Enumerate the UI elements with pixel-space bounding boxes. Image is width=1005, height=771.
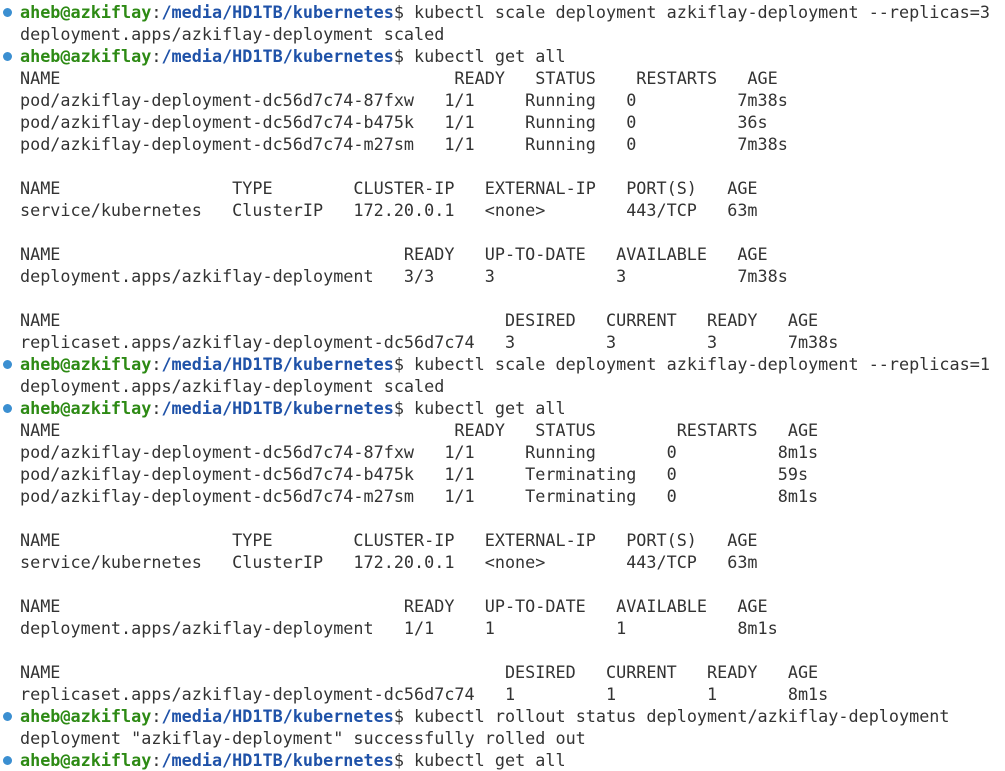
prompt-line: aheb@azkiflay:/media/HD1TB/kubernetes$ k… (0, 705, 1005, 727)
prompt-user-host: aheb@azkiflay (20, 706, 152, 726)
output-line: NAME TYPE CLUSTER-IP EXTERNAL-IP PORT(S)… (0, 529, 1005, 551)
prompt-line: aheb@azkiflay:/media/HD1TB/kubernetes$ k… (0, 45, 1005, 67)
command-text: kubectl get all (414, 398, 566, 418)
output-text: NAME TYPE CLUSTER-IP EXTERNAL-IP PORT(S)… (20, 178, 758, 198)
command-status-dot-icon[interactable] (3, 756, 12, 765)
prompt-line: aheb@azkiflay:/media/HD1TB/kubernetes$ k… (0, 397, 1005, 419)
command-status-dot-icon[interactable] (3, 404, 12, 413)
output-line: pod/azkiflay-deployment-dc56d7c74-b475k … (0, 463, 1005, 485)
output-line: NAME READY STATUS RESTARTS AGE (0, 419, 1005, 441)
prompt-separator: : (151, 354, 162, 374)
prompt-user-host: aheb@azkiflay (20, 750, 152, 770)
output-line: NAME DESIRED CURRENT READY AGE (0, 309, 1005, 331)
output-text: pod/azkiflay-deployment-dc56d7c74-m27sm … (20, 134, 788, 154)
prompt-path: /media/HD1TB/kubernetes (161, 2, 394, 22)
prompt-user-host: aheb@azkiflay (20, 398, 152, 418)
output-text: deployment.apps/azkiflay-deployment 3/3 … (20, 266, 788, 286)
command-text: kubectl rollout status deployment/azkifl… (414, 706, 950, 726)
output-text: deployment "azkiflay-deployment" success… (20, 728, 586, 748)
prompt-line: aheb@azkiflay:/media/HD1TB/kubernetes$ k… (0, 353, 1005, 375)
output-line: service/kubernetes ClusterIP 172.20.0.1 … (0, 199, 1005, 221)
command-text: kubectl get all (414, 46, 566, 66)
command-status-dot-icon[interactable] (3, 360, 12, 369)
prompt-path: /media/HD1TB/kubernetes (161, 706, 394, 726)
output-line: NAME DESIRED CURRENT READY AGE (0, 661, 1005, 683)
command-status-dot-icon[interactable] (3, 52, 12, 61)
prompt-separator: : (151, 2, 162, 22)
terminal-output[interactable]: aheb@azkiflay:/media/HD1TB/kubernetes$ k… (0, 1, 1005, 771)
output-line: NAME READY STATUS RESTARTS AGE (0, 67, 1005, 89)
output-line: replicaset.apps/azkiflay-deployment-dc56… (0, 331, 1005, 353)
output-line: NAME READY UP-TO-DATE AVAILABLE AGE (0, 595, 1005, 617)
output-text: deployment.apps/azkiflay-deployment 1/1 … (20, 618, 778, 638)
prompt-path: /media/HD1TB/kubernetes (161, 398, 394, 418)
output-text: NAME READY UP-TO-DATE AVAILABLE AGE (20, 596, 768, 616)
output-text: pod/azkiflay-deployment-dc56d7c74-b475k … (20, 112, 768, 132)
output-line: pod/azkiflay-deployment-dc56d7c74-87fxw … (0, 89, 1005, 111)
prompt-symbol: $ (393, 398, 415, 418)
prompt-symbol: $ (393, 750, 415, 770)
output-line: deployment.apps/azkiflay-deployment 1/1 … (0, 617, 1005, 639)
output-text: NAME DESIRED CURRENT READY AGE (20, 662, 819, 682)
output-text: service/kubernetes ClusterIP 172.20.0.1 … (20, 200, 758, 220)
prompt-path: /media/HD1TB/kubernetes (161, 750, 394, 770)
command-text: kubectl get all (414, 750, 566, 770)
output-line: deployment.apps/azkiflay-deployment scal… (0, 375, 1005, 397)
prompt-separator: : (151, 46, 162, 66)
output-text: service/kubernetes ClusterIP 172.20.0.1 … (20, 552, 758, 572)
output-text: pod/azkiflay-deployment-dc56d7c74-87fxw … (20, 90, 788, 110)
output-line: deployment.apps/azkiflay-deployment scal… (0, 23, 1005, 45)
command-text: kubectl scale deployment azkiflay-deploy… (414, 2, 990, 22)
prompt-separator: : (151, 706, 162, 726)
output-line: deployment.apps/azkiflay-deployment 3/3 … (0, 265, 1005, 287)
command-status-dot-icon[interactable] (3, 712, 12, 721)
output-line: service/kubernetes ClusterIP 172.20.0.1 … (0, 551, 1005, 573)
prompt-line: aheb@azkiflay:/media/HD1TB/kubernetes$ k… (0, 749, 1005, 771)
command-status-dot-icon[interactable] (3, 8, 12, 17)
prompt-symbol: $ (393, 46, 415, 66)
output-text: deployment.apps/azkiflay-deployment scal… (20, 376, 445, 396)
prompt-user-host: aheb@azkiflay (20, 354, 152, 374)
prompt-symbol: $ (393, 2, 415, 22)
output-line: pod/azkiflay-deployment-dc56d7c74-b475k … (0, 111, 1005, 133)
output-text: NAME READY STATUS RESTARTS AGE (20, 420, 819, 440)
output-line: replicaset.apps/azkiflay-deployment-dc56… (0, 683, 1005, 705)
output-text: NAME TYPE CLUSTER-IP EXTERNAL-IP PORT(S)… (20, 530, 758, 550)
prompt-user-host: aheb@azkiflay (20, 46, 152, 66)
output-line: pod/azkiflay-deployment-dc56d7c74-87fxw … (0, 441, 1005, 463)
output-line: pod/azkiflay-deployment-dc56d7c74-m27sm … (0, 133, 1005, 155)
prompt-line: aheb@azkiflay:/media/HD1TB/kubernetes$ k… (0, 1, 1005, 23)
prompt-symbol: $ (393, 354, 415, 374)
output-text: NAME READY STATUS RESTARTS AGE (20, 68, 778, 88)
prompt-path: /media/HD1TB/kubernetes (161, 354, 394, 374)
prompt-separator: : (151, 750, 162, 770)
output-text: replicaset.apps/azkiflay-deployment-dc56… (20, 684, 829, 704)
output-line: deployment "azkiflay-deployment" success… (0, 727, 1005, 749)
output-text: replicaset.apps/azkiflay-deployment-dc56… (20, 332, 839, 352)
output-text: pod/azkiflay-deployment-dc56d7c74-m27sm … (20, 486, 819, 506)
prompt-separator: : (151, 398, 162, 418)
prompt-user-host: aheb@azkiflay (20, 2, 152, 22)
prompt-symbol: $ (393, 706, 415, 726)
output-text: NAME READY UP-TO-DATE AVAILABLE AGE (20, 244, 768, 264)
prompt-path: /media/HD1TB/kubernetes (161, 46, 394, 66)
output-text: NAME DESIRED CURRENT READY AGE (20, 310, 819, 330)
output-text: pod/azkiflay-deployment-dc56d7c74-87fxw … (20, 442, 819, 462)
output-line: pod/azkiflay-deployment-dc56d7c74-m27sm … (0, 485, 1005, 507)
output-text: pod/azkiflay-deployment-dc56d7c74-b475k … (20, 464, 809, 484)
output-line: NAME READY UP-TO-DATE AVAILABLE AGE (0, 243, 1005, 265)
command-text: kubectl scale deployment azkiflay-deploy… (414, 354, 990, 374)
output-line: NAME TYPE CLUSTER-IP EXTERNAL-IP PORT(S)… (0, 177, 1005, 199)
output-text: deployment.apps/azkiflay-deployment scal… (20, 24, 445, 44)
